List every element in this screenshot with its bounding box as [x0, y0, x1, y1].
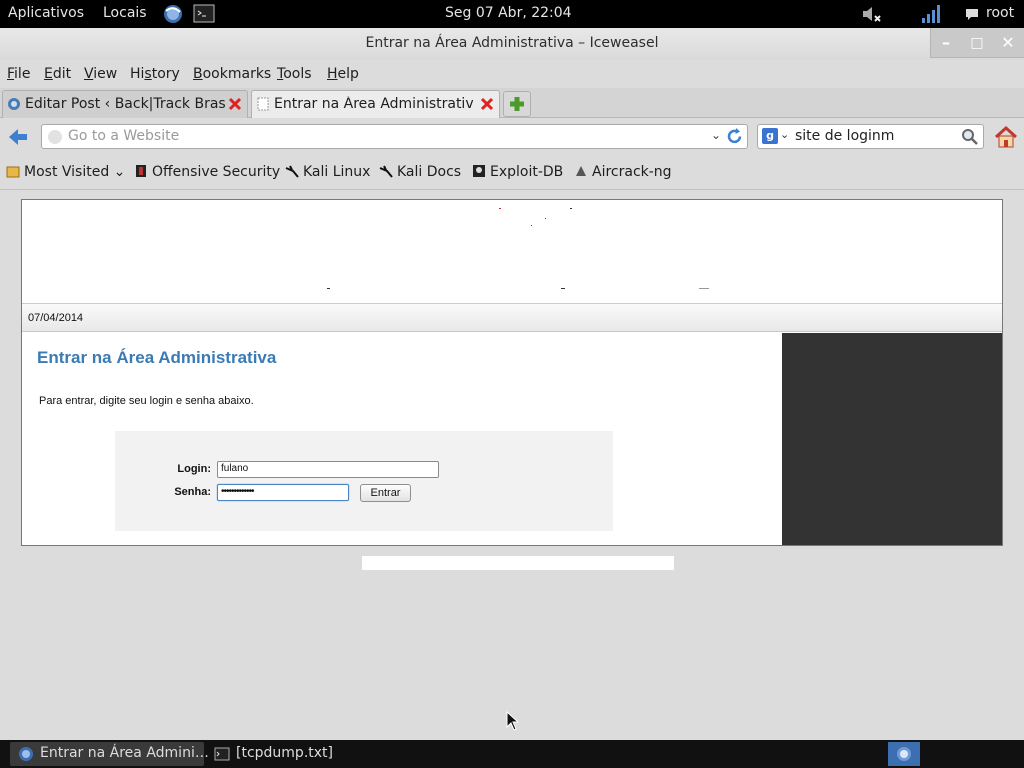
home-icon[interactable]: [993, 124, 1019, 150]
screen: Aplicativos Locais Seg 07 Abr, 22:04 roo…: [0, 0, 1024, 768]
menu-file-rest: ile: [14, 66, 31, 82]
menu-edit[interactable]: Edit: [44, 66, 71, 82]
url-placeholder: Go to a Website: [68, 128, 180, 144]
back-arrow-icon[interactable]: [6, 125, 30, 149]
chat-status-icon[interactable]: [964, 3, 980, 25]
password-label: Senha:: [174, 486, 211, 498]
tab-close-icon[interactable]: [479, 96, 495, 112]
taskbar-item-tcpdump[interactable]: [tcpdump.txt]: [206, 742, 376, 766]
banner-artifacts: [327, 208, 709, 289]
search-bar[interactable]: g ⌄ site de loginm: [757, 124, 984, 149]
menu-file[interactable]: File: [7, 66, 30, 82]
password-input[interactable]: •••••••••••••: [217, 484, 349, 501]
site-identity-icon[interactable]: [48, 130, 62, 144]
entrar-button[interactable]: Entrar: [360, 484, 411, 502]
menu-help[interactable]: Help: [327, 66, 359, 82]
close-button[interactable]: ✕: [997, 32, 1019, 54]
search-engine-icon[interactable]: g: [762, 128, 778, 144]
plus-icon: [510, 97, 524, 111]
tab-close-icon[interactable]: [227, 96, 243, 112]
offsec-icon: [136, 165, 146, 177]
terminal-icon: [214, 747, 230, 761]
login-form: Login: fulano Senha: ••••••••••••• Entra…: [115, 431, 613, 531]
dragon-icon: [285, 165, 299, 178]
window-controls: – □ ✕: [930, 28, 1024, 58]
antenna-icon: [576, 166, 586, 176]
page-viewport: 07/04/2014 Entrar na Área Administrativa…: [0, 191, 1024, 740]
new-tab-button[interactable]: [503, 91, 531, 117]
tab-label: Editar Post ‹ Back|Track Bras…: [25, 96, 227, 112]
url-history-dropdown-icon[interactable]: ⌄: [711, 128, 721, 142]
menu-view[interactable]: View: [84, 66, 117, 82]
iceweasel-launcher-icon[interactable]: [162, 3, 184, 25]
dragon-icon: [379, 165, 393, 178]
page-container: 07/04/2014 Entrar na Área Administrativa…: [21, 199, 1003, 546]
bookmark-most-visited[interactable]: Most Visited ⌄: [6, 164, 125, 180]
iceweasel-icon: [19, 747, 33, 761]
gnome-top-bar: Aplicativos Locais Seg 07 Abr, 22:04 roo…: [0, 0, 1024, 28]
applications-menu[interactable]: Aplicativos: [8, 5, 84, 21]
sidebar-panel: [782, 333, 1002, 545]
user-menu[interactable]: root: [986, 5, 1014, 21]
taskbar-item-iceweasel[interactable]: Entrar na Área Admini…: [10, 742, 209, 766]
maximize-button[interactable]: □: [966, 32, 988, 54]
bookmark-kali-linux[interactable]: Kali Linux: [285, 164, 370, 180]
bookmark-exploit-db[interactable]: Exploit-DB: [472, 164, 563, 180]
current-date: 07/04/2014: [28, 312, 84, 324]
login-instructions: Para entrar, digite seu login e senha ab…: [39, 395, 254, 407]
bookmark-aircrack-ng[interactable]: Aircrack-ng: [574, 164, 672, 180]
window-title: Entrar na Área Administrativa – Icewease…: [365, 35, 659, 51]
bookmark-kali-docs[interactable]: Kali Docs: [379, 164, 461, 180]
window-title-bar[interactable]: Entrar na Área Administrativa – Icewease…: [0, 28, 1024, 60]
menu-history[interactable]: History: [130, 66, 180, 82]
tab-bar: Editar Post ‹ Back|Track Bras… Entrar na…: [0, 88, 1024, 118]
iceweasel-icon: [897, 747, 911, 761]
mouse-cursor-icon: [506, 711, 520, 731]
tab-editar-post[interactable]: Editar Post ‹ Back|Track Bras…: [2, 90, 248, 118]
wordpress-icon: [8, 98, 20, 110]
login-label: Login:: [177, 463, 211, 475]
workspace-switcher[interactable]: [888, 742, 920, 766]
minimize-button[interactable]: –: [935, 32, 957, 54]
main-content: Entrar na Área Administrativa Para entra…: [22, 333, 782, 545]
taskbar-item-label: [tcpdump.txt]: [236, 745, 333, 761]
page-title: Entrar na Área Administrativa: [37, 348, 277, 367]
exploitdb-icon: [473, 165, 485, 177]
folder-icon: [6, 166, 20, 178]
taskbar: Entrar na Área Admini… [tcpdump.txt]: [0, 740, 1024, 768]
menu-tools[interactable]: Tools: [277, 66, 312, 82]
site-banner: [22, 200, 1002, 304]
tab-label: Entrar na Área Administrativa: [274, 96, 474, 112]
network-signal-icon[interactable]: [920, 3, 942, 25]
terminal-launcher-icon[interactable]: [193, 3, 215, 25]
clock[interactable]: Seg 07 Abr, 22:04: [445, 5, 572, 21]
menu-bar: File Edit View History Bookmarks Tools H…: [0, 60, 1024, 88]
reload-icon[interactable]: [725, 127, 744, 146]
places-menu[interactable]: Locais: [103, 5, 147, 21]
date-bar: 07/04/2014: [22, 304, 1002, 332]
search-icon[interactable]: [961, 128, 979, 146]
url-bar[interactable]: Go to a Website ⌄: [41, 124, 748, 149]
search-engine-dropdown-icon[interactable]: ⌄: [780, 128, 789, 141]
chevron-down-icon: ⌄: [109, 164, 126, 180]
menu-bookmarks[interactable]: Bookmarks: [193, 66, 271, 82]
blank-page-icon: [257, 97, 269, 111]
tab-entrar-area-admin[interactable]: Entrar na Área Administrativa: [251, 90, 500, 118]
volume-muted-icon[interactable]: [860, 3, 882, 25]
bookmark-offensive-security[interactable]: Offensive Security: [134, 164, 280, 180]
login-input[interactable]: fulano: [217, 461, 439, 478]
search-input[interactable]: site de loginm: [795, 128, 894, 144]
taskbar-item-label: Entrar na Área Admini…: [40, 745, 209, 761]
bookmarks-toolbar: Most Visited ⌄ Offensive Security Kali L…: [0, 155, 1024, 190]
page-footer-strip: [362, 556, 674, 570]
navigation-bar: Go to a Website ⌄ g ⌄ site de loginm: [0, 119, 1024, 155]
